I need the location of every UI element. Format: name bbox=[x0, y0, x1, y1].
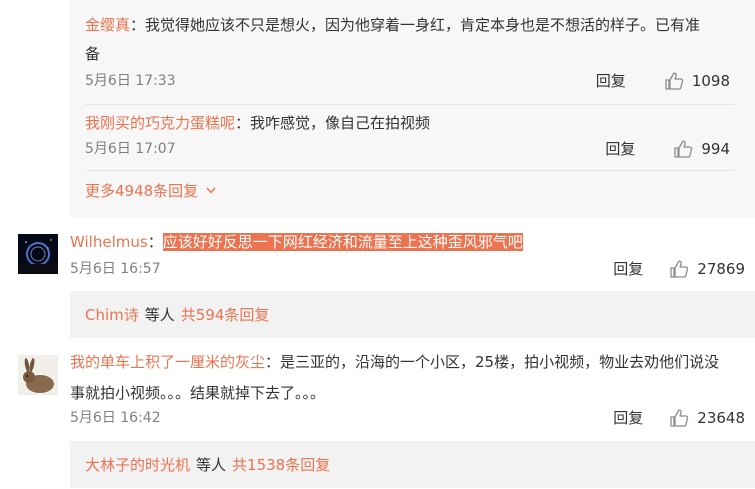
reply-button[interactable]: 回复 bbox=[596, 66, 626, 96]
like-count: 23648 bbox=[697, 409, 745, 427]
reply-text: ：我觉得她应该不只是想火，因为他穿着一身红，肯定本身也是不想活的样子。已有准 bbox=[130, 16, 701, 34]
reply-time: 5月6日 17:07 bbox=[85, 141, 176, 157]
reply-text: ：我咋感觉，像自己在拍视频 bbox=[235, 114, 431, 132]
comment-time: 5月6日 16:57 bbox=[70, 261, 161, 277]
comment-actions: 回复 23648 bbox=[613, 403, 745, 433]
reply-actions: 回复 1098 bbox=[596, 66, 730, 96]
like-button[interactable]: 994 bbox=[673, 134, 730, 164]
like-button[interactable]: 1098 bbox=[664, 66, 730, 96]
thumbs-up-icon bbox=[665, 72, 684, 90]
chevron-down-icon bbox=[206, 187, 216, 194]
thumbs-up-icon bbox=[670, 260, 689, 278]
rabbit-avatar-icon bbox=[18, 355, 58, 395]
reply-summary-mid: 等人 bbox=[196, 456, 227, 474]
like-count: 994 bbox=[701, 140, 730, 158]
reply-summary-user[interactable]: Chim诗 bbox=[85, 304, 139, 325]
like-count: 1098 bbox=[691, 72, 730, 90]
reply-button[interactable]: 回复 bbox=[613, 254, 643, 284]
reply-username[interactable]: 金缨真 bbox=[85, 16, 130, 34]
like-count: 27869 bbox=[697, 260, 745, 278]
reply-summary-user[interactable]: 大林子的时光机 bbox=[85, 454, 190, 475]
reply-summary: 大林子的时光机 等人 共1538条回复 bbox=[70, 441, 755, 488]
comment-text-line: 我的单车上积了一厘米的灰尘：是三亚的，沿海的一个小区，25楼，拍小视频，物业去劝… bbox=[70, 347, 719, 377]
nested-replies-panel: 金缨真：我觉得她应该不只是想火，因为他穿着一身红，肯定本身也是不想活的样子。已有… bbox=[70, 0, 755, 217]
thumbs-up-icon bbox=[674, 140, 693, 158]
thumbs-up-icon bbox=[670, 409, 689, 427]
reply-username[interactable]: 我刚买的巧克力蛋糕呢 bbox=[85, 114, 235, 132]
divider bbox=[85, 170, 735, 171]
reply-button[interactable]: 回复 bbox=[605, 134, 635, 164]
night-sky-avatar-icon bbox=[18, 234, 58, 274]
comment-username[interactable]: 我的单车上积了一厘米的灰尘 bbox=[70, 353, 265, 371]
reply-text-continued: 备 bbox=[85, 45, 101, 63]
comment-text: ：是三亚的，沿海的一个小区，25楼，拍小视频，物业去劝他们说没 bbox=[265, 353, 720, 371]
reply-summary-count[interactable]: 共1538条回复 bbox=[232, 454, 330, 475]
divider bbox=[85, 104, 735, 105]
like-button[interactable]: 27869 bbox=[669, 254, 745, 284]
reply-time: 5月6日 17:33 bbox=[85, 73, 176, 89]
avatar[interactable] bbox=[18, 234, 58, 274]
comment-text-highlighted: 应该好好反思一下网红经济和流量至上这种歪风邪气吧 bbox=[162, 233, 523, 251]
reply-summary-mid: 等人 bbox=[144, 306, 175, 324]
more-replies-link[interactable]: 更多4948条回复 bbox=[85, 180, 216, 201]
comment-time: 5月6日 16:42 bbox=[70, 410, 161, 426]
reply-summary-count[interactable]: 共594条回复 bbox=[181, 304, 270, 325]
reply-actions: 回复 994 bbox=[605, 134, 730, 164]
more-replies-label: 更多4948条回复 bbox=[85, 182, 199, 200]
comment-separator: ： bbox=[147, 233, 163, 251]
comment-username[interactable]: Wilhelmus bbox=[70, 233, 148, 251]
like-button[interactable]: 23648 bbox=[669, 403, 745, 433]
comment-actions: 回复 27869 bbox=[613, 254, 745, 284]
reply-summary: Chim诗 等人 共594条回复 bbox=[70, 291, 755, 338]
comment-text-line: Wilhelmus：应该好好反思一下网红经济和流量至上这种歪风邪气吧 bbox=[70, 227, 523, 257]
reply-button[interactable]: 回复 bbox=[613, 403, 643, 433]
reply-text-line: 金缨真：我觉得她应该不只是想火，因为他穿着一身红，肯定本身也是不想活的样子。已有… bbox=[85, 10, 700, 40]
avatar[interactable] bbox=[18, 355, 58, 395]
